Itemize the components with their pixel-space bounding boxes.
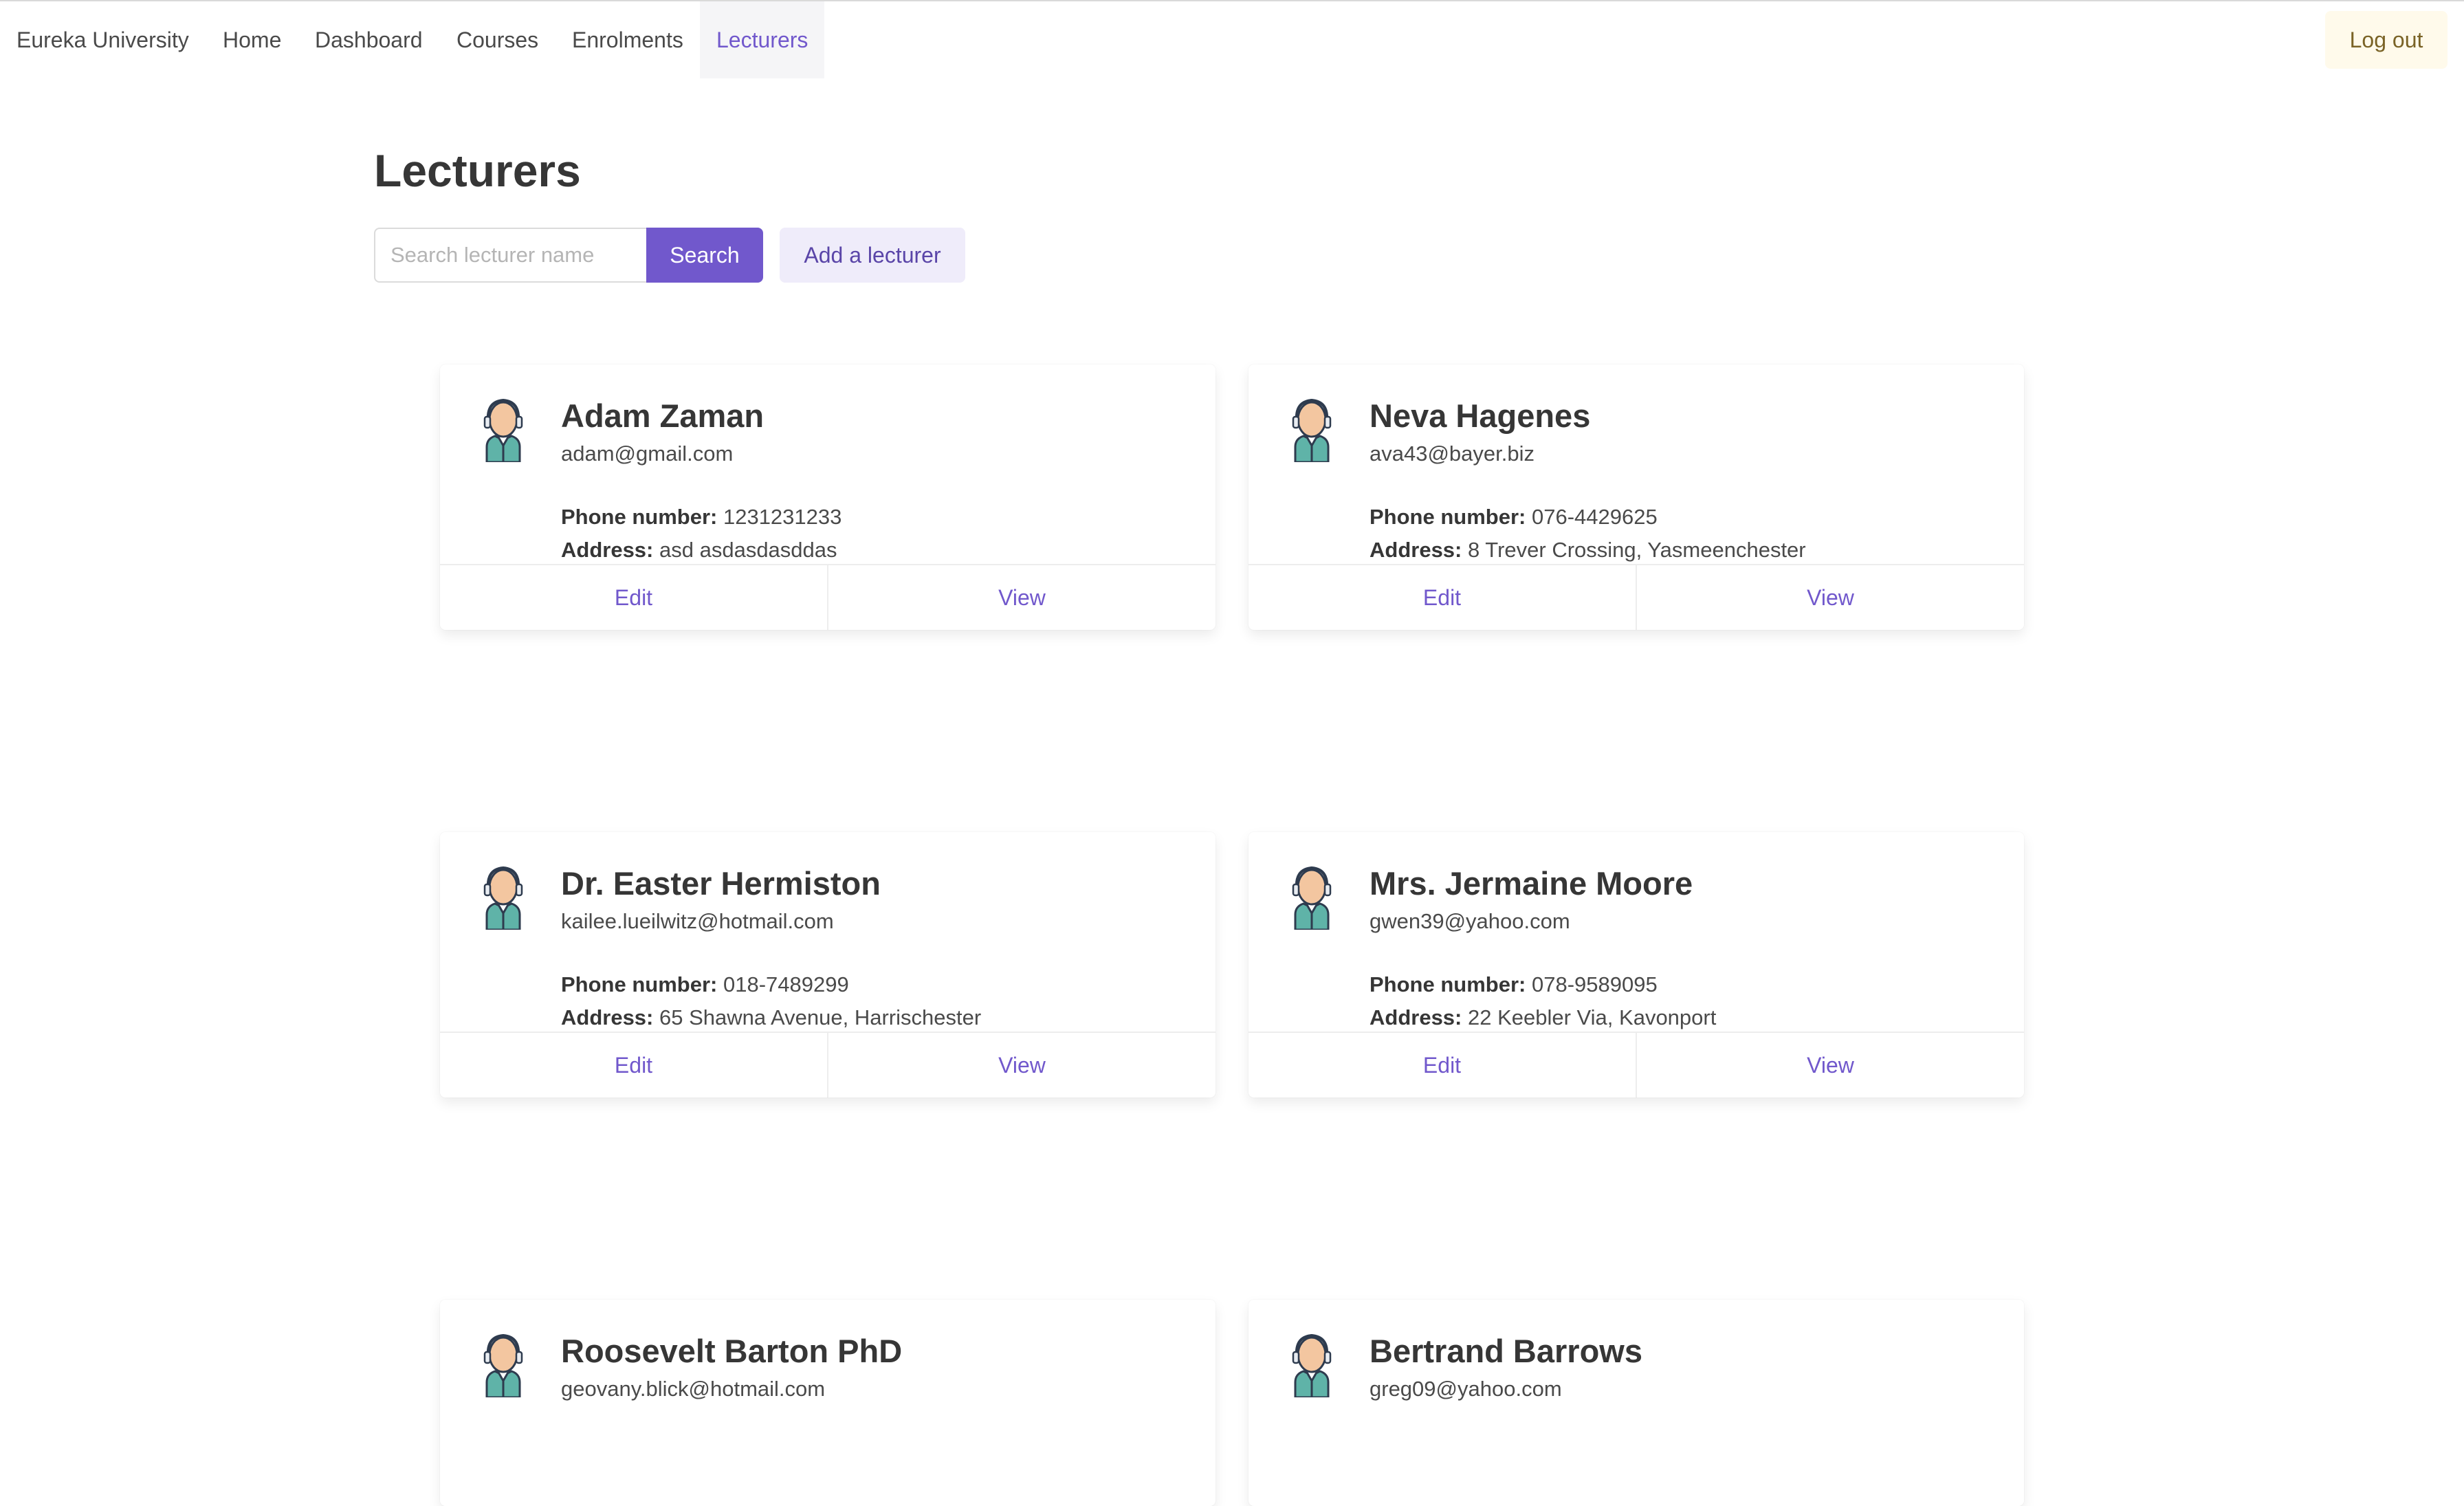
nav-enrolments[interactable]: Enrolments xyxy=(556,1,700,78)
address-value: asd asdasdasddas xyxy=(659,538,837,562)
lecturer-email: kailee.lueilwitz@hotmail.com xyxy=(561,909,834,933)
nav-lecturers[interactable]: Lecturers xyxy=(700,1,825,78)
nav-home[interactable]: Home xyxy=(206,1,298,78)
phone-value: 018-7489299 xyxy=(723,972,849,996)
search-button[interactable]: Search xyxy=(646,228,763,283)
address-value: 65 Shawna Avenue, Harrischester xyxy=(659,1005,982,1029)
address-label: Address: xyxy=(1370,1005,1462,1029)
lecturer-card: Mrs. Jermaine Moore gwen39@yahoo.com Pho… xyxy=(1248,832,2024,1098)
lecturer-email: adam@gmail.com xyxy=(561,441,734,466)
address-value: 22 Keebler Via, Kavonport xyxy=(1468,1005,1717,1029)
view-lecturer-button[interactable]: View xyxy=(1636,1033,2024,1098)
edit-lecturer-button[interactable]: Edit xyxy=(1248,565,1636,630)
card-footer: Edit View xyxy=(1248,1032,2024,1098)
card-footer: Edit View xyxy=(440,564,1216,630)
add-lecturer-button[interactable]: Add a lecturer xyxy=(780,228,965,283)
lecturer-email: greg09@yahoo.com xyxy=(1370,1377,1562,1401)
lecturer-avatar-icon xyxy=(1292,398,1332,462)
lecturer-phone: Phone number: 078-9589095 xyxy=(1370,972,1658,997)
lecturer-phone: Phone number: 1231231233 xyxy=(561,505,842,530)
view-lecturer-button[interactable]: View xyxy=(827,1033,1216,1098)
brand-link[interactable]: Eureka University xyxy=(16,1,189,78)
address-value: 8 Trever Crossing, Yasmeenchester xyxy=(1468,538,1806,562)
phone-label: Phone number: xyxy=(561,505,718,529)
lecturer-email: ava43@bayer.biz xyxy=(1370,441,1535,466)
lecturer-card: Neva Hagenes ava43@bayer.biz Phone numbe… xyxy=(1248,364,2024,630)
phone-label: Phone number: xyxy=(561,972,718,996)
lecturer-name: Dr. Easter Hermiston xyxy=(561,865,881,902)
phone-label: Phone number: xyxy=(1370,972,1526,996)
edit-lecturer-button[interactable]: Edit xyxy=(440,565,827,630)
lecturer-name: Adam Zaman xyxy=(561,397,764,434)
top-navbar: Eureka University Home Dashboard Courses… xyxy=(0,0,2464,78)
lecturer-card: Adam Zaman adam@gmail.com Phone number: … xyxy=(440,364,1216,630)
lecturer-card: Dr. Easter Hermiston kailee.lueilwitz@ho… xyxy=(440,832,1216,1098)
lecturer-phone: Phone number: 076-4429625 xyxy=(1370,505,1658,530)
lecturer-address: Address: 65 Shawna Avenue, Harrischester xyxy=(561,1005,981,1030)
lecturer-phone: Phone number: 018-7489299 xyxy=(561,972,849,997)
card-footer: Edit View xyxy=(440,1032,1216,1098)
phone-value: 076-4429625 xyxy=(1531,505,1658,529)
lecturer-address: Address: 22 Keebler Via, Kavonport xyxy=(1370,1005,1716,1030)
address-label: Address: xyxy=(561,538,654,562)
lecturer-avatar-icon xyxy=(1292,1333,1332,1397)
lecturer-address: Address: 8 Trever Crossing, Yasmeenchest… xyxy=(1370,538,1806,563)
lecturer-avatar-icon xyxy=(483,1333,523,1397)
lecturer-name: Bertrand Barrows xyxy=(1370,1333,1642,1369)
phone-value: 078-9589095 xyxy=(1531,972,1658,996)
logout-button[interactable]: Log out xyxy=(2325,11,2448,69)
address-label: Address: xyxy=(1370,538,1462,562)
lecturer-avatar-icon xyxy=(1292,866,1332,930)
lecturer-card: Roosevelt Barton PhD geovany.blick@hotma… xyxy=(440,1300,1216,1506)
edit-lecturer-button[interactable]: Edit xyxy=(440,1033,827,1098)
lecturer-avatar-icon xyxy=(483,398,523,462)
page-title: Lecturers xyxy=(374,145,581,196)
card-footer: Edit View xyxy=(1248,564,2024,630)
edit-lecturer-button[interactable]: Edit xyxy=(1248,1033,1636,1098)
lecturer-email: geovany.blick@hotmail.com xyxy=(561,1377,826,1401)
view-lecturer-button[interactable]: View xyxy=(1636,565,2024,630)
phone-label: Phone number: xyxy=(1370,505,1526,529)
lecturer-name: Neva Hagenes xyxy=(1370,397,1591,434)
search-input[interactable] xyxy=(374,228,646,283)
lecturer-avatar-icon xyxy=(483,866,523,930)
lecturer-name: Roosevelt Barton PhD xyxy=(561,1333,903,1369)
nav-courses[interactable]: Courses xyxy=(440,1,555,78)
phone-value: 1231231233 xyxy=(723,505,842,529)
lecturer-email: gwen39@yahoo.com xyxy=(1370,909,1570,933)
view-lecturer-button[interactable]: View xyxy=(827,565,1216,630)
lecturer-card: Bertrand Barrows greg09@yahoo.com xyxy=(1248,1300,2024,1506)
lecturer-name: Mrs. Jermaine Moore xyxy=(1370,865,1693,902)
address-label: Address: xyxy=(561,1005,654,1029)
lecturer-address: Address: asd asdasdasddas xyxy=(561,538,837,563)
nav-dashboard[interactable]: Dashboard xyxy=(298,1,439,78)
